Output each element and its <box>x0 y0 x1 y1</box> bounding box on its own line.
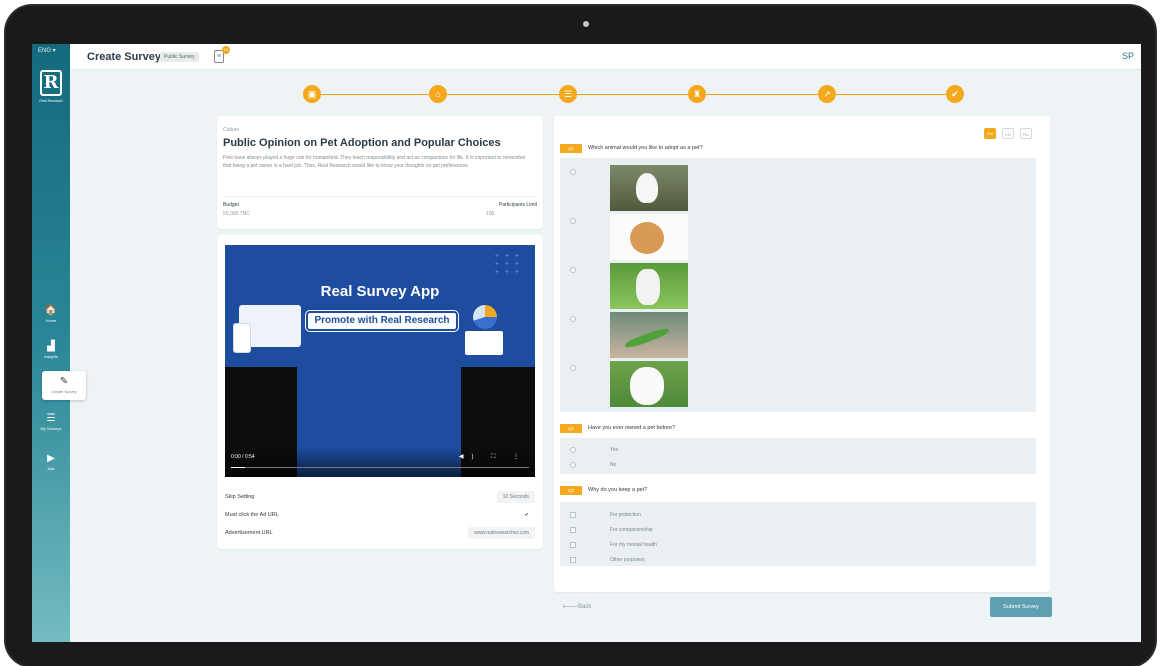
budget-value: 50,000 TNC <box>223 211 250 217</box>
option-image-hamster[interactable] <box>610 214 688 260</box>
banner-title: Real Survey App <box>320 283 440 300</box>
sidebar-item-create-survey[interactable]: ✎ Create Survey <box>42 371 86 400</box>
question-text: Which animal would you like to adopt as … <box>588 145 703 151</box>
q2-options: Yes No <box>560 438 1036 474</box>
phone-illustration <box>233 323 251 353</box>
top-bar: Create Survey Public Survey ≡ 10 SP <box>70 44 1141 70</box>
avatar[interactable]: SP <box>1122 51 1134 61</box>
skip-setting-label: Skip Setting <box>225 494 255 500</box>
stepper-line <box>312 94 960 95</box>
option-radio[interactable] <box>570 169 576 175</box>
step-4-icon[interactable]: ♜ <box>688 85 706 103</box>
lang-tab-ko[interactable]: KO <box>1002 128 1014 139</box>
questions-card: EN KO RU Q1 Which animal would you like … <box>554 116 1050 592</box>
sidebar: ENG ▾ R Real Research 🏠 Home ▟ Insights … <box>32 44 70 642</box>
sidebar-item-label: Create Survey <box>51 389 77 394</box>
option-image-puppy[interactable] <box>610 361 688 407</box>
notification-badge: 10 <box>222 46 230 54</box>
logo-text: Real Research <box>39 99 63 103</box>
option-label: Yes <box>610 447 619 453</box>
question-number: Q3 <box>560 486 582 495</box>
sidebar-item-home[interactable]: 🏠 Home <box>32 305 70 324</box>
q3-options: For protection For companionship For my … <box>560 502 1036 566</box>
survey-category: Culture <box>223 127 240 133</box>
lang-tab-en[interactable]: EN <box>984 128 996 139</box>
option-radio[interactable] <box>570 267 576 273</box>
question-number: Q2 <box>560 424 582 433</box>
option-radio[interactable] <box>570 218 576 224</box>
sidebar-item-ads[interactable]: ▶ Ads <box>32 453 70 472</box>
skip-setting-value: 10 Seconds <box>496 491 535 503</box>
option-checkbox[interactable] <box>570 527 576 533</box>
participants-limit-value: 100 <box>486 211 495 217</box>
option-label: Other purposes <box>610 557 645 563</box>
ad-banner: + + + + + + + + + Real Survey App Promote … <box>225 245 535 367</box>
insights-icon: ▟ <box>47 341 55 352</box>
survey-info-card: Culture Public Opinion on Pet Adoption a… <box>217 116 543 229</box>
real-research-logo: R <box>40 70 62 96</box>
must-click-label: Must click the Ad URL <box>225 512 279 518</box>
participants-limit-label: Participants Limit <box>498 202 537 208</box>
pie-illustration <box>473 305 497 329</box>
pencil-icon: ✎ <box>59 376 69 387</box>
option-label: For protection <box>610 512 641 518</box>
ad-card: + + + + + + + + + Real Survey App Promote … <box>217 235 543 549</box>
back-link[interactable]: 🡐Back <box>562 603 591 610</box>
sidebar-item-label: My Surveys <box>40 426 62 431</box>
list-icon: ☰ <box>46 413 56 424</box>
question-text: Why do you keep a pet? <box>588 487 648 493</box>
chart-illustration <box>465 331 503 355</box>
step-5-icon[interactable]: ↗ <box>818 85 836 103</box>
ad-url-label: Advertisement URL <box>225 530 273 536</box>
play-icon: ▶ <box>47 453 55 464</box>
survey-type-badge: Public Survey <box>160 52 199 62</box>
step-6-icon[interactable]: ✔ <box>946 85 964 103</box>
language-selector[interactable]: ENG ▾ <box>38 47 56 54</box>
app-screen: ENG ▾ R Real Research 🏠 Home ▟ Insights … <box>32 44 1141 642</box>
sidebar-item-label: Home <box>45 318 57 323</box>
step-3-icon[interactable]: ☰ <box>559 85 577 103</box>
option-radio[interactable] <box>570 462 576 468</box>
ad-video-player[interactable]: 0:00 / 0:54 ◀) ⛶ ⋮ <box>225 367 535 477</box>
option-image-lizard[interactable] <box>610 312 688 358</box>
video-progress-bar[interactable] <box>231 467 529 468</box>
option-checkbox[interactable] <box>570 557 576 563</box>
decor-dots: + + + + + + + + + <box>494 253 521 276</box>
option-label: For companionship <box>610 527 653 533</box>
sidebar-item-insights[interactable]: ▟ Insights <box>32 341 70 360</box>
lang-tab-ru[interactable]: RU <box>1020 128 1032 139</box>
step-2-icon[interactable]: ⌂ <box>429 85 447 103</box>
option-radio[interactable] <box>570 316 576 322</box>
home-icon: 🏠 <box>44 305 58 316</box>
option-radio[interactable] <box>570 447 576 453</box>
divider <box>223 196 537 197</box>
check-icon: ✔ <box>524 512 529 518</box>
volume-fullscreen-menu-icon[interactable]: ◀) ⛶ ⋮ <box>459 453 527 461</box>
option-radio[interactable] <box>570 365 576 371</box>
option-label: For my mental health <box>610 542 657 548</box>
option-image-rabbit[interactable] <box>610 165 688 211</box>
option-label: No <box>610 462 617 468</box>
q1-options <box>560 158 1036 412</box>
camera-icon <box>583 21 589 27</box>
option-checkbox[interactable] <box>570 512 576 518</box>
budget-label: Budget <box>223 202 239 208</box>
video-time[interactable]: 0:00 / 0:54 <box>231 454 255 460</box>
option-image-kitten[interactable] <box>610 263 688 309</box>
banner-subtitle: Promote with Real Research <box>305 310 459 332</box>
sidebar-item-my-surveys[interactable]: ☰ My Surveys <box>32 413 70 432</box>
question-number: Q1 <box>560 144 582 153</box>
ad-url-value: www.realresearcher.com <box>468 527 535 539</box>
option-checkbox[interactable] <box>570 542 576 548</box>
video-controls <box>225 447 535 477</box>
survey-title: Public Opinion on Pet Adoption and Popul… <box>223 137 501 149</box>
survey-description: Pets have always played a huge role for … <box>223 155 526 169</box>
question-text: Have you ever owned a pet before? <box>588 425 676 431</box>
sidebar-item-label: Insights <box>44 354 58 359</box>
page-title: Create Survey <box>87 51 161 63</box>
submit-survey-button[interactable]: Submit Survey <box>990 597 1052 617</box>
sidebar-item-label: Ads <box>47 466 55 471</box>
step-1-icon[interactable]: ▣ <box>303 85 321 103</box>
